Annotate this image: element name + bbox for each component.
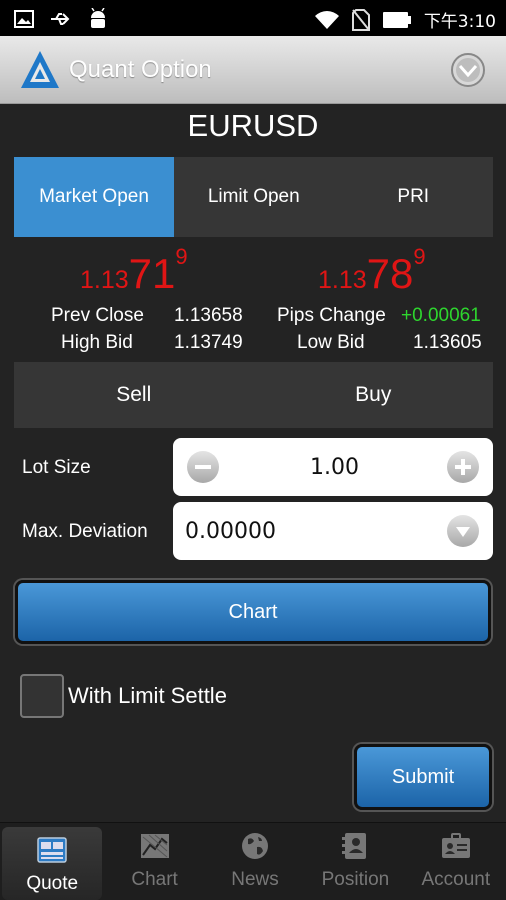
high-bid-value: 1.13749 xyxy=(174,332,243,353)
pips-change-label: Pips Change xyxy=(277,305,386,326)
high-bid-label: High Bid xyxy=(61,332,133,353)
sell-buy-toggle: Sell Buy xyxy=(14,362,493,428)
sell-quote-prefix: 1.13 xyxy=(80,266,129,294)
prev-close-label: Prev Close xyxy=(51,305,144,326)
status-time: 下午3:10 xyxy=(423,12,496,32)
nav-quote[interactable]: Quote xyxy=(2,827,103,900)
lot-size-stepper: 1.00 xyxy=(173,438,493,496)
battery-icon xyxy=(382,11,411,28)
nav-position-label: Position xyxy=(321,869,390,890)
chevron-down-icon[interactable] xyxy=(447,515,479,547)
max-deviation-label: Max. Deviation xyxy=(22,521,148,542)
symbol-title: EURUSD xyxy=(187,108,319,143)
nav-quote-label: Quote xyxy=(26,873,79,894)
bottom-nav: Quote Chart News Position Account xyxy=(0,822,506,900)
no-sim-icon xyxy=(351,8,370,31)
tab-limit-open[interactable]: Limit Open xyxy=(174,157,334,237)
account-icon xyxy=(441,833,470,858)
image-icon xyxy=(14,10,34,28)
sell-button[interactable]: Sell xyxy=(14,362,254,428)
sell-quote: 1.13719 xyxy=(80,244,188,298)
limit-settle-label: With Limit Settle xyxy=(68,683,227,708)
android-icon xyxy=(91,8,105,28)
max-deviation-select[interactable]: 0.00000 xyxy=(173,502,493,560)
chart-button[interactable]: Chart xyxy=(15,580,491,644)
usb-icon xyxy=(51,13,70,25)
tab-market-open[interactable]: Market Open xyxy=(14,157,174,237)
app-bar: Quant Option xyxy=(0,36,506,104)
status-bar: 下午3:10 xyxy=(0,0,506,36)
quote-icon xyxy=(37,837,67,863)
submit-button[interactable]: Submit xyxy=(354,744,492,810)
quant-logo xyxy=(21,51,59,88)
position-icon xyxy=(342,833,367,859)
lot-size-label: Lot Size xyxy=(22,457,91,478)
low-bid-label: Low Bid xyxy=(297,332,365,353)
minus-icon[interactable] xyxy=(187,451,219,483)
buy-quote: 1.13789 xyxy=(318,244,426,298)
chevron-down-circle-icon[interactable] xyxy=(450,52,486,88)
nav-chart-label: Chart xyxy=(131,869,178,890)
plus-icon[interactable] xyxy=(447,451,479,483)
buy-quote-sup: 9 xyxy=(413,244,426,269)
buy-quote-prefix: 1.13 xyxy=(318,266,367,294)
buy-quote-big: 78 xyxy=(366,250,414,297)
nav-chart[interactable]: Chart xyxy=(104,823,204,900)
nav-position[interactable]: Position xyxy=(305,823,405,900)
chart-icon xyxy=(140,834,169,858)
globe-icon xyxy=(242,833,269,859)
tab-pri[interactable]: PRI xyxy=(334,157,494,237)
nav-news[interactable]: News xyxy=(205,823,305,900)
buy-button[interactable]: Buy xyxy=(254,362,494,428)
max-deviation-value: 0.00000 xyxy=(185,519,276,544)
nav-news-label: News xyxy=(231,869,279,890)
nav-account[interactable]: Account xyxy=(406,823,506,900)
order-type-tabs: Market Open Limit Open PRI xyxy=(14,157,493,237)
low-bid-value: 1.13605 xyxy=(413,332,482,353)
sell-quote-sup: 9 xyxy=(175,244,188,269)
limit-settle-checkbox[interactable] xyxy=(20,674,64,718)
wifi-icon xyxy=(314,10,339,29)
prev-close-value: 1.13658 xyxy=(174,305,243,326)
pips-change-value: +0.00061 xyxy=(401,305,481,326)
sell-quote-big: 71 xyxy=(128,250,176,297)
nav-account-label: Account xyxy=(421,869,491,890)
app-title: Quant Option xyxy=(69,56,212,83)
lot-size-value[interactable]: 1.00 xyxy=(310,455,359,480)
